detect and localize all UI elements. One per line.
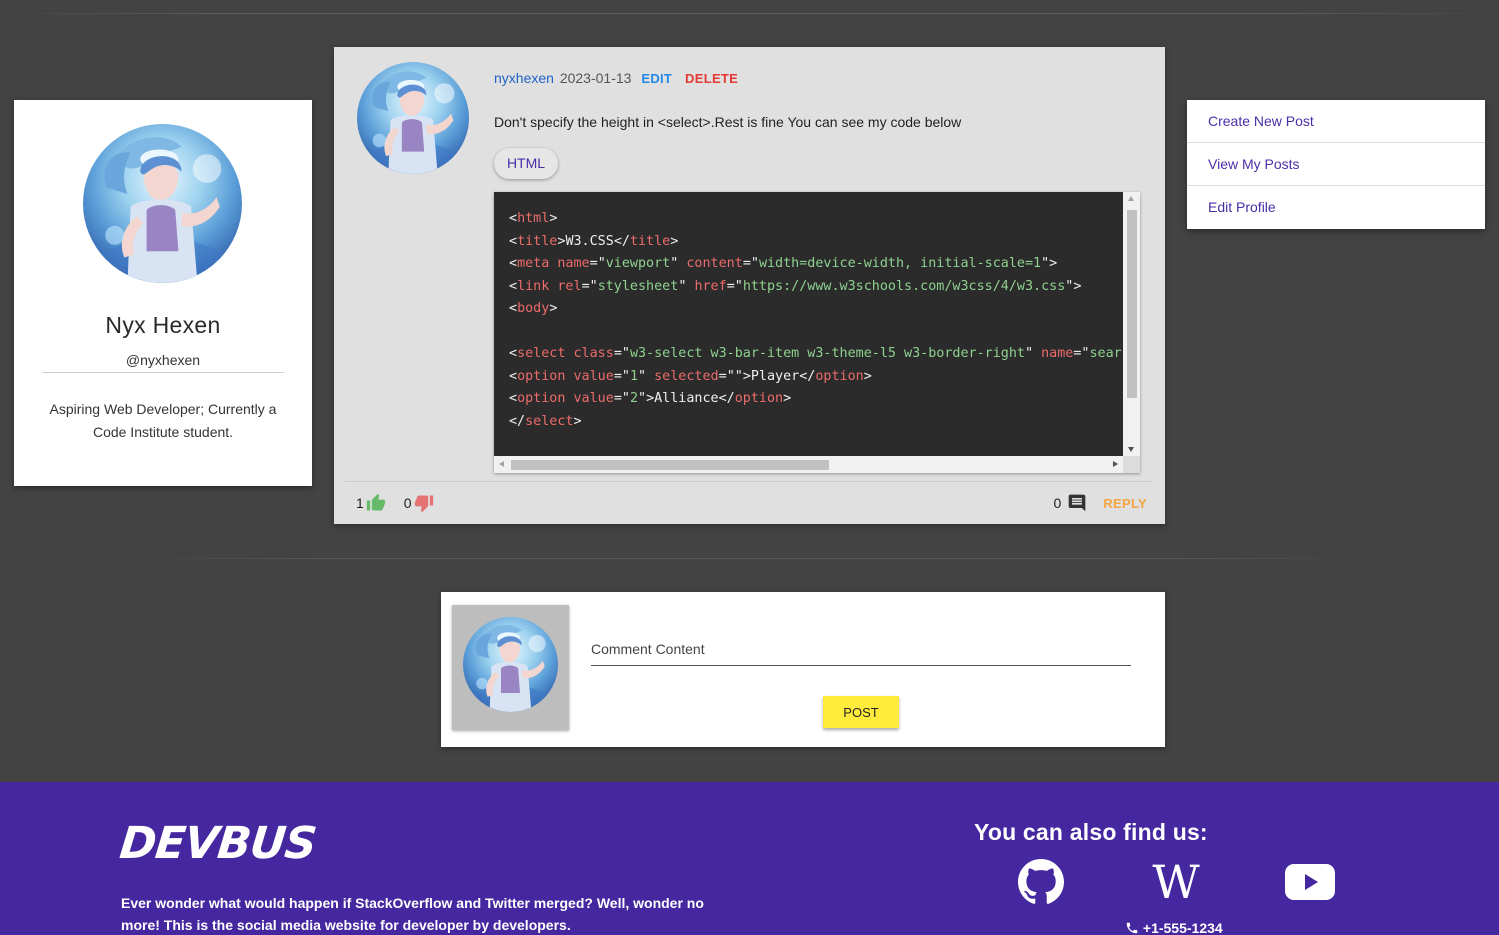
post-card: nyxhexen 2023-01-13 EDIT DELETE Don't sp…	[334, 47, 1165, 524]
profile-name: Nyx Hexen	[105, 312, 221, 338]
comment-avatar-frame	[452, 605, 569, 730]
comment-count: 0	[1053, 495, 1062, 511]
comment-content-input[interactable]	[591, 632, 1131, 666]
post-reactions: 1 0	[356, 493, 434, 513]
thumbs-down-icon[interactable]	[414, 493, 434, 513]
thumbs-up-icon[interactable]	[366, 493, 386, 513]
footer-phone[interactable]: +1-555-1234	[1125, 920, 1223, 935]
horizontal-scroll-thumb[interactable]	[511, 460, 829, 470]
wikipedia-icon[interactable]: W	[1146, 860, 1206, 904]
vertical-scrollbar[interactable]	[1123, 192, 1140, 456]
scroll-up-icon[interactable]	[1128, 196, 1134, 201]
menu-create-new-post[interactable]: Create New Post	[1187, 100, 1485, 143]
comment-form: POST	[441, 592, 1165, 747]
dislike-group: 0	[404, 493, 434, 513]
post-author-link[interactable]: nyxhexen	[494, 70, 554, 86]
code-line: <html>	[509, 211, 558, 226]
profile-bio: Aspiring Web Developer; Currently a Code…	[49, 401, 277, 440]
horizontal-scrollbar[interactable]	[494, 456, 1123, 473]
menu-edit-profile[interactable]: Edit Profile	[1187, 186, 1485, 229]
footer: DEVBUS Ever wonder what would happen if …	[0, 782, 1499, 935]
youtube-icon[interactable]	[1285, 860, 1335, 904]
code-line: <link rel="stylesheet" href="https://www…	[509, 278, 1082, 294]
scrollbar-corner	[1123, 456, 1140, 473]
reply-button[interactable]: REPLY	[1103, 496, 1147, 511]
code-line: <select class="w3-select w3-bar-item w3-…	[509, 346, 1123, 361]
post-comments-reply: 0 REPLY	[1054, 493, 1147, 513]
phone-icon	[1125, 921, 1139, 935]
post-divider	[345, 481, 1153, 482]
github-icon[interactable]	[1018, 859, 1064, 904]
scroll-down-icon[interactable]	[1128, 447, 1134, 452]
scroll-right-icon[interactable]	[1113, 461, 1118, 467]
phone-number: +1-555-1234	[1142, 920, 1223, 935]
section-divider	[140, 558, 1360, 559]
vertical-scroll-thumb[interactable]	[1127, 210, 1137, 398]
brand-logo[interactable]: DEVBUS	[117, 818, 318, 869]
profile-handle: @nyxhexen	[42, 352, 284, 373]
comment-avatar	[463, 617, 558, 712]
footer-tagline: Ever wonder what would happen if StackOv…	[121, 895, 704, 933]
delete-post-button[interactable]: DELETE	[685, 71, 738, 86]
code-content: <html> <title>W3.CSS</title> <meta name=…	[509, 208, 1123, 452]
scroll-left-icon[interactable]	[499, 461, 504, 467]
menu-view-my-posts[interactable]: View My Posts	[1187, 143, 1485, 186]
comment-icon	[1067, 493, 1087, 513]
find-us-heading: You can also find us:	[974, 819, 1208, 845]
code-line: <title>W3.CSS</title>	[509, 233, 679, 249]
profile-avatar	[83, 124, 242, 283]
dislike-count: 0	[403, 495, 412, 511]
post-body: Don't specify the height in <select>.Res…	[494, 114, 962, 130]
code-line: <option value="1" selected="">Player</op…	[509, 368, 872, 384]
tag-chip-html[interactable]: HTML	[494, 148, 558, 179]
user-menu: Create New Post View My Posts Edit Profi…	[1187, 100, 1485, 229]
post-date: 2023-01-13	[559, 70, 632, 86]
post-author-avatar[interactable]	[357, 62, 469, 174]
like-count: 1	[356, 495, 364, 511]
code-line: <option value="2">Alliance</option>	[509, 391, 792, 406]
top-divider	[0, 13, 1499, 14]
code-line: <meta name="viewport" content="width=dev…	[509, 256, 1058, 271]
code-block[interactable]: <html> <title>W3.CSS</title> <meta name=…	[494, 192, 1140, 473]
code-line: </select>	[509, 413, 582, 429]
profile-card: Nyx Hexen @nyxhexen Aspiring Web Develop…	[14, 100, 312, 486]
post-comment-button[interactable]: POST	[823, 696, 899, 728]
svg-text:W: W	[1152, 860, 1200, 904]
post-meta: nyxhexen 2023-01-13 EDIT DELETE	[494, 70, 738, 86]
code-line: <body>	[509, 301, 558, 316]
edit-post-button[interactable]: EDIT	[641, 71, 672, 86]
